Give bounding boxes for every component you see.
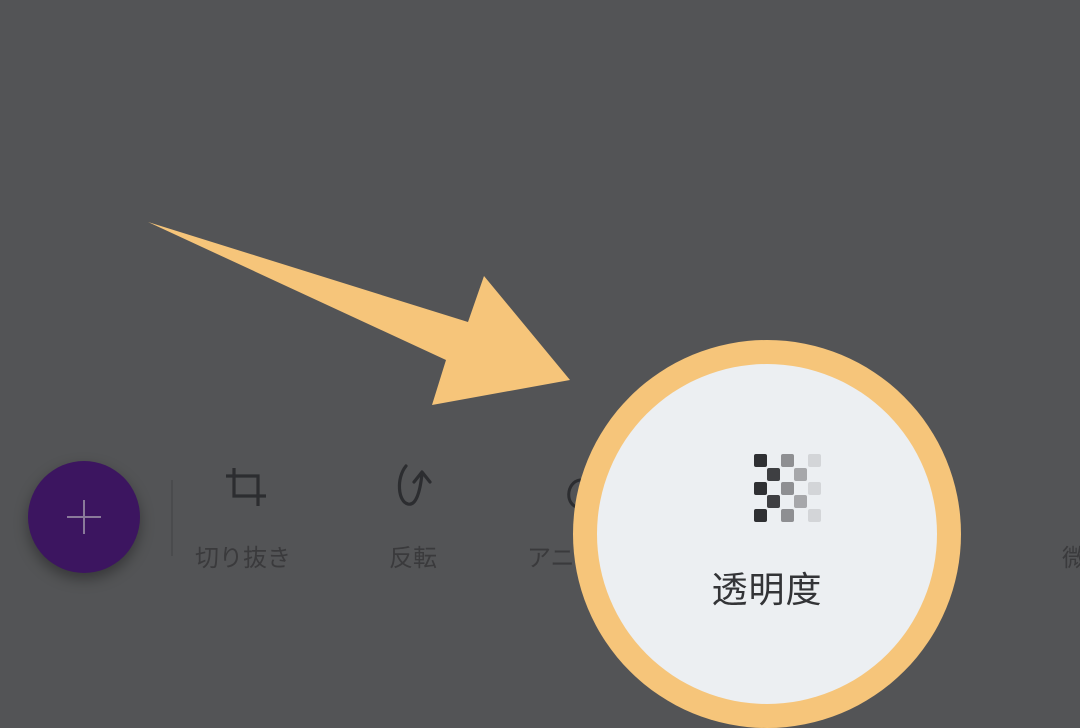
transparency-label: 透明度 (711, 570, 823, 611)
crop-icon (226, 468, 266, 506)
toolbar-item-label: 反転 (389, 544, 437, 572)
highlight-ring: 透明度 (573, 340, 961, 728)
flip-icon (397, 464, 432, 506)
toolbar-item-label: 切り抜き (195, 544, 291, 572)
toolbar-divider (171, 480, 173, 556)
toolbar-item-label: 微 (1062, 544, 1080, 572)
transparency-icon (754, 454, 821, 522)
toolbar-item-label: アニ (527, 544, 575, 572)
toolbar-item-transparency[interactable]: 透明度 (597, 364, 937, 704)
add-button[interactable] (28, 461, 140, 573)
